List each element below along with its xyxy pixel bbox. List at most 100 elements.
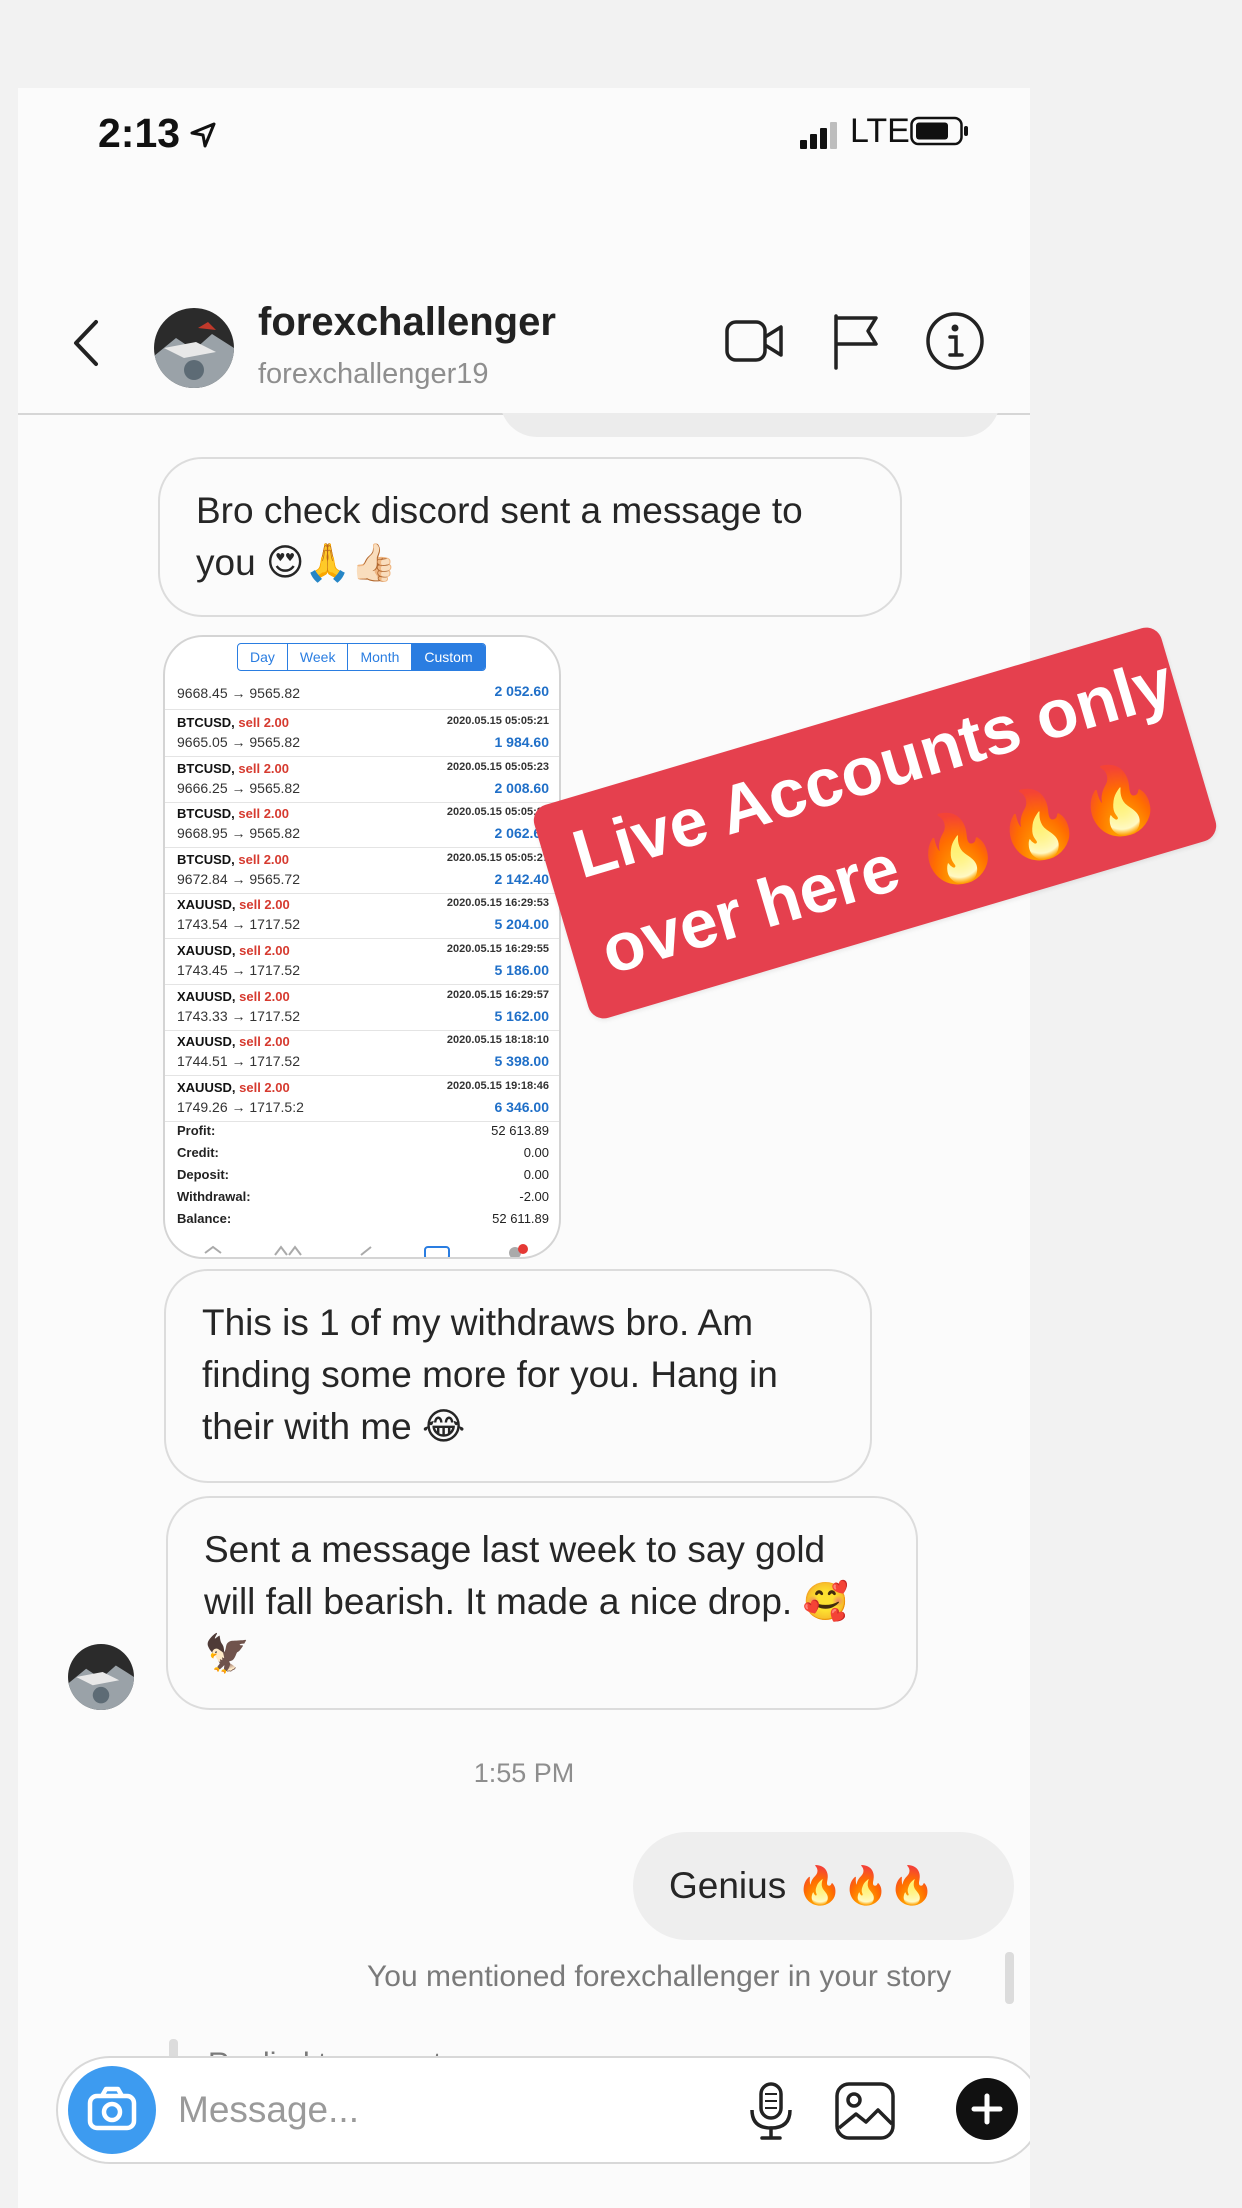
- profile-avatar[interactable]: [154, 308, 234, 388]
- trade-row: XAUUSD, sell 2.00 2020.05.15 19:18:46 1749…: [165, 1076, 559, 1122]
- message-text: Genius 🔥🔥🔥: [669, 1864, 935, 1906]
- tab-month: Month: [348, 644, 413, 670]
- trade-date: 2020.05.15 05:05:21: [446, 715, 549, 727]
- message-text: Bro check discord sent a message to you …: [196, 490, 803, 583]
- summary-row: Profit: 52 613.89: [177, 1123, 549, 1138]
- trade-symbol: BTCUSD, sell 2.00: [177, 715, 290, 730]
- summary-label: Balance:: [177, 1211, 232, 1226]
- battery-icon: [910, 116, 968, 146]
- conversation-handle: forexchallenger19: [258, 358, 489, 390]
- microphone-icon[interactable]: [738, 2078, 804, 2144]
- trade-row: XAUUSD, sell 2.00 2020.05.15 18:18:10 1744…: [165, 1030, 559, 1077]
- summary-value: 0.00: [523, 1167, 549, 1182]
- trade-symbol: BTCUSD, sell 2.00: [177, 760, 290, 776]
- previous-message-bubble: [500, 413, 1000, 437]
- trade-symbol: XAUUSD, sell 2.00: [177, 1079, 290, 1095]
- trade-side: sell 2.00: [238, 760, 290, 776]
- my-message-bubble[interactable]: Genius 🔥🔥🔥: [633, 1832, 1014, 1940]
- message-text: This is 1 of my withdraws bro. Am findin…: [202, 1302, 778, 1447]
- trade-symbol: BTCUSD, sell 2.00: [177, 806, 290, 822]
- gallery-icon[interactable]: [832, 2078, 898, 2144]
- tab-day: Day: [238, 644, 288, 670]
- phone-screen: 2:13 LTE forexchallenger forexchallenger…: [18, 88, 1030, 2208]
- trade-date: 2020.05.15 16:29:55: [446, 943, 549, 955]
- trade-date: 2020.05.15 16:29:53: [446, 897, 549, 910]
- trade-profit: 2 052.60: [494, 683, 550, 699]
- trade-profit: 1 984.60: [494, 734, 550, 750]
- video-call-icon[interactable]: [724, 310, 786, 372]
- trade-row: BTCUSD, sell 2.00 2020.05.15 05:05:27 9672…: [165, 848, 559, 894]
- summary-value: -2.00: [519, 1189, 549, 1204]
- trade-prices: 9668.95 → 9565.82: [177, 825, 300, 842]
- period-tabs: Day Week Month Custom: [237, 643, 486, 671]
- message-timestamp: 1:55 PM: [473, 1758, 575, 1788]
- info-icon[interactable]: [924, 310, 986, 372]
- location-arrow-icon: [190, 122, 216, 148]
- tab-custom: Custom: [412, 644, 485, 670]
- trade-row: BTCUSD, sell 2.00 2020.05.15 05:05:21 9665…: [165, 711, 559, 757]
- trade-date: 2020.05.15 05:05:23: [446, 760, 549, 773]
- trade-symbol: XAUUSD, sell 2.00: [177, 988, 290, 1004]
- trade-prices: 1744.51 → 1717.52: [177, 1053, 300, 1070]
- trade-prices: 1749.26 → 1717.5:2: [177, 1098, 304, 1115]
- trade-symbol: XAUUSD, sell 2.00: [177, 897, 290, 913]
- shared-image-trade-history[interactable]: Day Week Month Custom 9668.45 → 9565.82 …: [163, 635, 561, 1259]
- summary-row: Deposit: 0.00: [177, 1167, 549, 1182]
- trade-side: sell 2.00: [238, 806, 290, 822]
- trade-profit: 5 398.00: [494, 1053, 550, 1070]
- trade-symbol: XAUUSD, sell 2.00: [177, 1034, 290, 1050]
- trade-prices: 1743.45 → 1717.52: [177, 962, 300, 978]
- camera-button[interactable]: [68, 2066, 156, 2154]
- message-bubble[interactable]: Sent a message last week to say gold wil…: [166, 1496, 918, 1710]
- trade-side: sell 2.00: [239, 1079, 290, 1095]
- flag-icon[interactable]: [826, 310, 888, 372]
- trade-prices: 9668.45 → 9565.82: [177, 685, 300, 701]
- trade-prices: 9666.25 → 9565.82: [177, 779, 300, 796]
- story-mention-note: You mentioned forexchallenger in your st…: [367, 1960, 952, 1993]
- message-input[interactable]: [176, 2076, 780, 2144]
- trade-prices: 9672.84 → 9565.72: [177, 870, 300, 887]
- message-composer: [56, 2056, 1030, 2164]
- trade-date: 2020.05.15 05:05:27: [446, 851, 549, 864]
- trade-row: XAUUSD, sell 2.00 2020.05.15 16:29:57 1743…: [165, 985, 559, 1031]
- trade-row: XAUUSD, sell 2.00 2020.05.15 16:29:55 1743…: [165, 939, 559, 985]
- story-bar: [1005, 1952, 1014, 2004]
- trade-date: 2020.05.15 19:18:46: [446, 1079, 549, 1092]
- trade-date: 2020.05.15 18:18:10: [446, 1034, 549, 1047]
- conversation-username[interactable]: forexchallenger: [258, 300, 556, 345]
- tab-week: Week: [288, 644, 349, 670]
- summary-label: Credit:: [177, 1145, 219, 1160]
- message-bubble[interactable]: Bro check discord sent a message to you …: [158, 457, 902, 617]
- trade-date: 2020.05.15 16:29:57: [446, 988, 549, 1001]
- message-bubble[interactable]: This is 1 of my withdraws bro. Am findin…: [164, 1269, 872, 1483]
- trade-prices: 1743.54 → 1717.52: [177, 916, 300, 933]
- trade-row: 9668.45 → 9565.82 2 052.60: [165, 669, 559, 710]
- trade-side: sell 2.00: [239, 988, 290, 1004]
- trade-profit: 6 346.00: [494, 1098, 550, 1115]
- chat-thread[interactable]: Bro check discord sent a message to you …: [18, 413, 1030, 2133]
- message-text: Sent a message last week to say gold wil…: [204, 1529, 849, 1674]
- status-time: 2:13: [98, 110, 181, 156]
- summary-row: Balance: 52 611.89: [177, 1211, 549, 1226]
- trade-side: sell 2.00: [238, 851, 290, 867]
- add-button[interactable]: [956, 2078, 1018, 2140]
- summary-value: 0.00: [523, 1145, 549, 1160]
- summary-label: Profit:: [177, 1123, 216, 1138]
- back-chevron-icon[interactable]: [68, 318, 104, 368]
- trade-profit: 2 008.60: [494, 779, 550, 796]
- trade-prices: 1743.33 → 1717.52: [177, 1007, 300, 1024]
- trade-side: sell 2.00: [239, 1034, 290, 1050]
- signal-icon: [800, 122, 837, 149]
- conversation-header: forexchallenger forexchallenger19: [18, 208, 1030, 415]
- trade-profit: 5 186.00: [494, 962, 550, 978]
- trade-prices: 9665.05 → 9565.82: [177, 734, 300, 750]
- summary-label: Withdrawal:: [177, 1189, 251, 1204]
- trade-side: sell 2.00: [239, 943, 290, 958]
- summary-row: Withdrawal: -2.00: [177, 1189, 549, 1204]
- sender-avatar[interactable]: [68, 1644, 134, 1710]
- trade-profit: 5 162.00: [494, 1007, 550, 1024]
- trade-row: XAUUSD, sell 2.00 2020.05.15 16:29:53 1743…: [165, 893, 559, 940]
- summary-row: Credit: 0.00: [177, 1145, 549, 1160]
- summary-value: 52 611.89: [492, 1211, 549, 1226]
- plus-icon: [971, 2093, 1003, 2125]
